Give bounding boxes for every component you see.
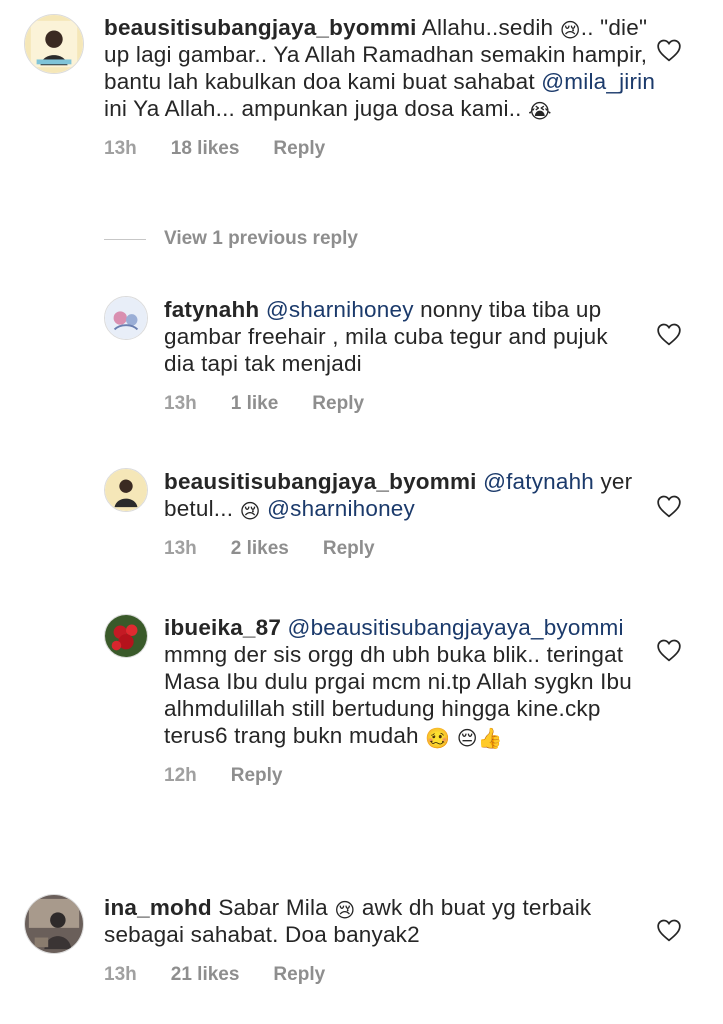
comment-4: ibueika_87 @beausitisubangjayaya_byommi … [104, 614, 644, 787]
comment-5: ina_mohd Sabar Mila 😢 awk dh buat yg ter… [24, 894, 644, 986]
avatar[interactable] [24, 894, 84, 954]
comment-text: beausitisubangjaya_byommi Allahu..sedih … [104, 15, 656, 123]
emoji: 😭 [528, 101, 552, 123]
mention-link[interactable]: @mila_jirin [541, 69, 655, 94]
comment-text: ibueika_87 @beausitisubangjayaya_byommi … [164, 615, 632, 750]
mention-link[interactable]: @beausitisubangjayaya_byommi [288, 615, 624, 640]
username-link[interactable]: ibueika_87 [164, 615, 281, 640]
username-link[interactable]: fatynahh [164, 297, 259, 322]
view-replies-label[interactable]: View 1 previous reply [164, 228, 358, 250]
likes-count[interactable]: 2 likes [231, 538, 289, 560]
avatar[interactable] [104, 468, 148, 512]
avatar[interactable] [104, 614, 148, 658]
heart-outline-icon[interactable] [656, 38, 682, 62]
divider [104, 238, 146, 240]
comment-text: fatynahh @sharnihoney nonny tiba tiba up… [164, 297, 608, 376]
emoji: 😢 [334, 900, 356, 922]
username-link[interactable]: beausitisubangjaya_byommi [164, 469, 477, 494]
mention-link[interactable]: @fatynahh [483, 469, 594, 494]
reply-button[interactable]: Reply [273, 138, 325, 160]
heart-outline-icon[interactable] [656, 494, 682, 518]
comment-text: beausitisubangjaya_byommi @fatynahh yer … [164, 469, 633, 523]
comment-time: 13h [164, 538, 197, 559]
view-previous-replies[interactable]: View 1 previous reply [104, 228, 358, 250]
comment-time: 13h [104, 964, 137, 985]
avatar[interactable] [24, 14, 84, 74]
emoji: 😢 [239, 501, 261, 523]
likes-count[interactable]: 18 likes [171, 138, 240, 160]
avatar[interactable] [104, 296, 148, 340]
username-link[interactable]: ina_mohd [104, 895, 212, 920]
reply-button[interactable]: Reply [323, 538, 375, 560]
likes-count[interactable]: 1 like [231, 393, 279, 415]
comment-2: fatynahh @sharnihoney nonny tiba tiba up… [104, 296, 644, 415]
mention-link[interactable]: @sharnihoney [267, 496, 415, 521]
reply-button[interactable]: Reply [273, 964, 325, 986]
likes-count[interactable]: 21 likes [171, 964, 240, 986]
comment-3: beausitisubangjaya_byommi @fatynahh yer … [104, 468, 644, 560]
emoji: 😢 [559, 20, 581, 42]
mention-link[interactable]: @sharnihoney [266, 297, 414, 322]
heart-outline-icon[interactable] [656, 638, 682, 662]
comment-time: 13h [104, 138, 137, 159]
emoji: 👍 [477, 728, 503, 750]
emoji: 😔 [456, 728, 478, 750]
comment-1: beausitisubangjaya_byommi Allahu..sedih … [24, 14, 664, 160]
emoji: 🥴 [425, 728, 451, 750]
comment-time: 12h [164, 765, 197, 786]
reply-button[interactable]: Reply [312, 393, 364, 415]
comment-text: ina_mohd Sabar Mila 😢 awk dh buat yg ter… [104, 895, 592, 947]
heart-outline-icon[interactable] [656, 918, 682, 942]
username-link[interactable]: beausitisubangjaya_byommi [104, 15, 417, 40]
heart-outline-icon[interactable] [656, 322, 682, 346]
comment-time: 13h [164, 393, 197, 414]
reply-button[interactable]: Reply [231, 765, 283, 787]
